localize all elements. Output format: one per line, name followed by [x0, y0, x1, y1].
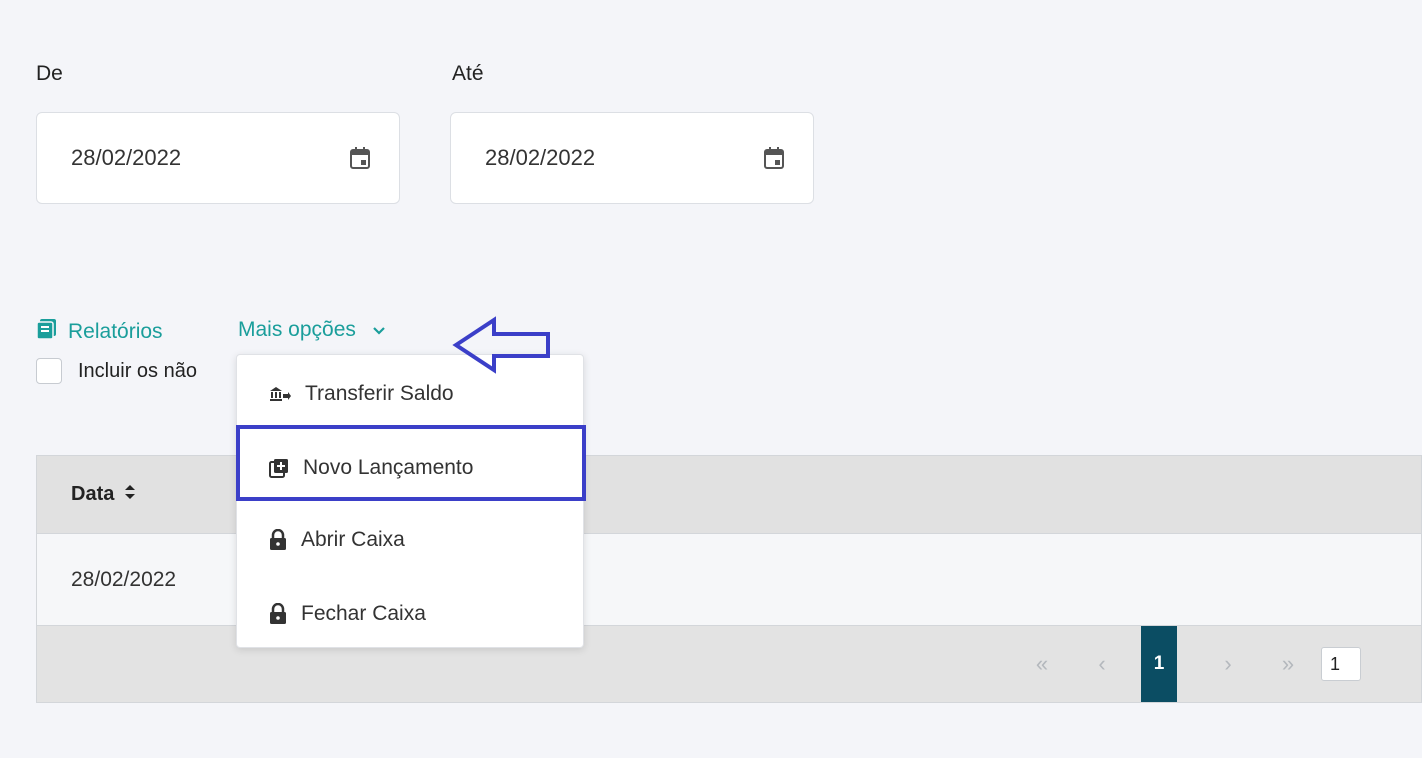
from-date-field[interactable]: [36, 112, 400, 204]
menu-item-label: Fechar Caixa: [301, 602, 426, 625]
from-label: De: [36, 62, 63, 85]
lock-icon: [269, 529, 287, 551]
reports-link[interactable]: Relatórios: [36, 318, 163, 346]
annotation-arrow-icon: [452, 316, 556, 379]
include-checkbox-row[interactable]: Incluir os não: [36, 358, 197, 384]
first-page-button[interactable]: «: [1025, 651, 1059, 677]
menu-item-close-cash[interactable]: Fechar Caixa: [237, 577, 583, 651]
page-size-select[interactable]: 1: [1321, 647, 1361, 681]
more-options-menu: Transferir Saldo Novo Lançamento Abrir C…: [236, 354, 584, 648]
pagination: « ‹ 1 › » 1: [1025, 626, 1361, 702]
book-icon: [36, 318, 58, 346]
cell-date: 28/02/2022: [71, 567, 177, 591]
library-add-icon: [269, 458, 289, 478]
prev-page-button[interactable]: ‹: [1085, 651, 1119, 677]
lock-icon: [269, 603, 287, 625]
include-checkbox[interactable]: [36, 358, 62, 384]
next-page-button[interactable]: ›: [1211, 651, 1245, 677]
menu-item-label: Novo Lançamento: [303, 456, 474, 479]
to-date-field[interactable]: [450, 112, 814, 204]
menu-item-new-entry[interactable]: Novo Lançamento: [237, 431, 583, 505]
to-date-input[interactable]: [485, 145, 705, 171]
from-date-input[interactable]: [71, 145, 291, 171]
include-checkbox-label: Incluir os não: [78, 359, 197, 382]
bank-transfer-icon: [269, 385, 291, 403]
more-options-label: Mais opções: [238, 318, 356, 341]
chevron-down-icon: [372, 318, 386, 342]
sort-icon[interactable]: [124, 483, 136, 506]
more-options-dropdown[interactable]: Mais opções: [238, 318, 386, 342]
to-label: Até: [452, 62, 484, 85]
calendar-icon[interactable]: [763, 146, 785, 170]
menu-item-open-cash[interactable]: Abrir Caixa: [237, 503, 583, 577]
calendar-icon[interactable]: [349, 146, 371, 170]
reports-label: Relatórios: [68, 320, 163, 343]
menu-item-label: Transferir Saldo: [305, 382, 454, 405]
column-header-date[interactable]: Data: [71, 483, 114, 506]
last-page-button[interactable]: »: [1271, 651, 1305, 677]
menu-item-label: Abrir Caixa: [301, 528, 405, 551]
current-page-button[interactable]: 1: [1141, 626, 1177, 702]
